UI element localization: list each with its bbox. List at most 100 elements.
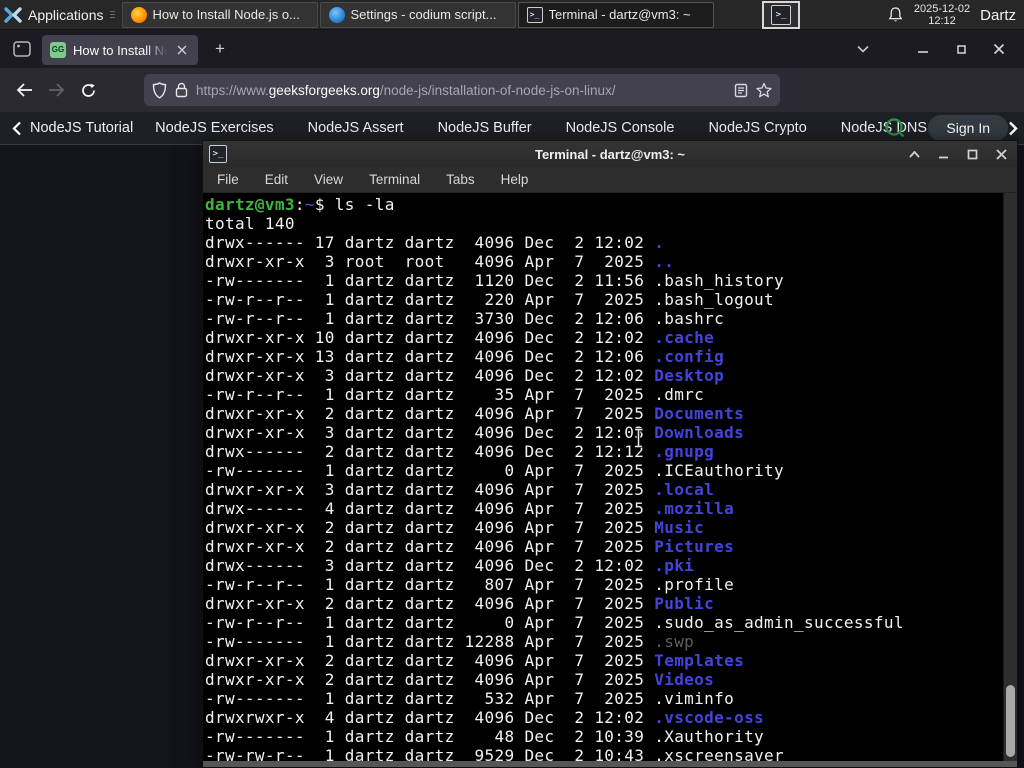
shield-icon[interactable]: [152, 81, 167, 99]
signin-button[interactable]: Sign In: [928, 115, 1008, 141]
menu-file[interactable]: File: [217, 172, 239, 187]
terminal-scrollbar[interactable]: [1003, 193, 1017, 763]
user-menu-button[interactable]: Dartz: [980, 7, 1018, 24]
gfg-search-icon[interactable]: [884, 117, 906, 139]
terminal-line: drwx------ 17 dartz dartz 4096 Dec 2 12:…: [205, 233, 665, 252]
terminal-line: -rw------- 1 dartz dartz 532 Apr 7 2025 …: [205, 689, 735, 708]
applications-label: Applications: [28, 6, 104, 23]
taskbar-button-terminal[interactable]: >_ Terminal - dartz@vm3: ~: [517, 1, 714, 28]
taskbar-label: How to Install Node.js o...: [152, 7, 300, 22]
nav-link-tutorial[interactable]: NodeJS Tutorial: [30, 120, 133, 136]
firefox-toolbar: https://www.geeksforgeeks.org/node-js/in…: [0, 68, 1024, 136]
window-minimize-icon[interactable]: [908, 36, 938, 62]
browser-tab-active[interactable]: GG How to Install Node.js on: [42, 35, 198, 65]
top-panel: Applications How to Install Node.js o...…: [0, 0, 1024, 30]
terminal-shade-icon[interactable]: [906, 146, 922, 162]
taskbar-button-codium[interactable]: Settings - codium script...: [319, 1, 516, 28]
terminal-line: drwxr-xr-x 3 dartz dartz 4096 Dec 2 12:0…: [205, 423, 745, 442]
desktop: Applications How to Install Node.js o...…: [0, 0, 1024, 768]
terminal-prompt-line: dartz@vm3:~$ ls -la: [205, 195, 395, 214]
terminal-line: drwxr-xr-x 3 dartz dartz 4096 Dec 2 12:0…: [205, 366, 725, 385]
terminal-line: drwxrwxr-x 4 dartz dartz 4096 Dec 2 12:0…: [205, 708, 765, 727]
tray-terminal-launcher[interactable]: >_: [762, 1, 800, 29]
applications-icon: [4, 6, 22, 24]
terminal-line: drwxr-xr-x 3 dartz dartz 4096 Apr 7 2025…: [205, 480, 715, 499]
menu-help[interactable]: Help: [501, 172, 529, 187]
terminal-line: -rw------- 1 dartz dartz 1120 Dec 2 11:5…: [205, 271, 785, 290]
terminal-line: drwxr-xr-x 2 dartz dartz 4096 Apr 7 2025…: [205, 651, 745, 670]
terminal-line: -rw-r--r-- 1 dartz dartz 220 Apr 7 2025 …: [205, 290, 775, 309]
terminal-line: drwxr-xr-x 2 dartz dartz 4096 Apr 7 2025…: [205, 404, 745, 423]
new-tab-button[interactable]: +: [206, 36, 234, 62]
terminal-line: -rw------- 1 dartz dartz 48 Dec 2 10:39 …: [205, 727, 765, 746]
terminal-titlebar[interactable]: >_ Terminal - dartz@vm3: ~: [203, 141, 1017, 167]
nav-link[interactable]: NodeJS Buffer: [438, 120, 532, 136]
clock-date: 2025-12-02: [913, 3, 971, 15]
terminal-line: drwxr-xr-x 13 dartz dartz 4096 Dec 2 12:…: [205, 347, 725, 366]
url-text: https://www.geeksforgeeks.org/node-js/in…: [196, 82, 616, 98]
lock-icon[interactable]: [175, 82, 188, 98]
firefox-view-icon[interactable]: [8, 36, 36, 62]
nav-link[interactable]: NodeJS Console: [566, 120, 675, 136]
terminal-line: drwxr-xr-x 10 dartz dartz 4096 Dec 2 12:…: [205, 328, 715, 347]
taskbar-label: Settings - codium script...: [350, 7, 497, 22]
reload-button[interactable]: [72, 75, 104, 105]
terminal-output[interactable]: dartz@vm3:~$ ls -la total 140 drwx------…: [203, 193, 1017, 763]
tab-title: How to Install Node.js on: [73, 42, 167, 58]
url-bar[interactable]: https://www.geeksforgeeks.org/node-js/in…: [144, 74, 780, 106]
nav-link[interactable]: NodeJS Crypto: [708, 120, 806, 136]
window-close-icon[interactable]: [984, 36, 1014, 62]
terminal-icon: >_: [771, 5, 791, 25]
mouse-cursor-ibeam-icon: [633, 428, 644, 448]
terminal-line: -rw------- 1 dartz dartz 12288 Apr 7 202…: [205, 632, 695, 651]
notification-bell-icon[interactable]: [887, 6, 904, 24]
terminal-line: -rw-r--r-- 1 dartz dartz 807 Apr 7 2025 …: [205, 575, 735, 594]
terminal-bottom-edge: [203, 761, 1017, 767]
nav-scroll-left-chevron-icon[interactable]: [12, 121, 22, 136]
terminal-line: drwxr-xr-x 2 dartz dartz 4096 Apr 7 2025…: [205, 518, 705, 537]
terminal-line: drwx------ 4 dartz dartz 4096 Apr 7 2025…: [205, 499, 735, 518]
bookmark-star-icon[interactable]: [756, 82, 772, 98]
menu-view[interactable]: View: [314, 172, 343, 187]
terminal-line: drwxr-xr-x 3 root root 4096 Apr 7 2025 .…: [205, 252, 675, 271]
gfg-favicon: GG: [50, 42, 66, 58]
panel-separator: [109, 5, 118, 25]
window-maximize-icon[interactable]: [946, 36, 976, 62]
clock-time: 12:12: [928, 15, 956, 27]
terminal-scrollbar-thumb[interactable]: [1006, 685, 1015, 757]
reader-mode-icon[interactable]: [734, 83, 748, 98]
codium-icon: [328, 6, 345, 23]
terminal-close-icon[interactable]: [993, 146, 1009, 162]
terminal-total-line: total 140: [205, 214, 295, 233]
terminal-maximize-icon[interactable]: [964, 146, 980, 162]
menu-terminal[interactable]: Terminal: [369, 172, 420, 187]
firefox-icon: [130, 6, 147, 23]
terminal-line: drwxr-xr-x 2 dartz dartz 4096 Apr 7 2025…: [205, 537, 735, 556]
terminal-minimize-icon[interactable]: [935, 146, 951, 162]
terminal-menubar: File Edit View Terminal Tabs Help: [203, 167, 1017, 193]
terminal-window: >_ Terminal - dartz@vm3: ~ File Edit Vie…: [202, 140, 1018, 768]
list-all-tabs-chevron-icon[interactable]: [848, 36, 878, 62]
terminal-line: drwx------ 3 dartz dartz 4096 Dec 2 12:0…: [205, 556, 695, 575]
back-button[interactable]: [8, 75, 40, 105]
terminal-line: -rw-r--r-- 1 dartz dartz 35 Apr 7 2025 .…: [205, 385, 705, 404]
taskbar-label: Terminal - dartz@vm3: ~: [548, 7, 691, 22]
taskbar-button-firefox[interactable]: How to Install Node.js o...: [121, 1, 318, 28]
terminal-line: -rw-r--r-- 1 dartz dartz 3730 Dec 2 12:0…: [205, 309, 725, 328]
menu-tabs[interactable]: Tabs: [446, 172, 475, 187]
panel-clock[interactable]: 2025-12-02 12:12: [914, 3, 970, 27]
terminal-line: drwx------ 2 dartz dartz 4096 Dec 2 12:1…: [205, 442, 715, 461]
terminal-line: drwxr-xr-x 2 dartz dartz 4096 Apr 7 2025…: [205, 594, 715, 613]
terminal-line: -rw------- 1 dartz dartz 0 Apr 7 2025 .I…: [205, 461, 785, 480]
terminal-icon: >_: [526, 6, 543, 23]
forward-button[interactable]: [40, 75, 72, 105]
terminal-line: drwxr-xr-x 2 dartz dartz 4096 Apr 7 2025…: [205, 670, 715, 689]
nav-link[interactable]: NodeJS Assert: [308, 120, 404, 136]
menu-edit[interactable]: Edit: [265, 172, 288, 187]
firefox-tabbar: GG How to Install Node.js on +: [0, 30, 1024, 68]
applications-menu-button[interactable]: Applications: [0, 0, 110, 30]
terminal-title: Terminal - dartz@vm3: ~: [534, 146, 686, 162]
tab-close-icon[interactable]: [174, 42, 190, 58]
nav-link[interactable]: NodeJS Exercises: [155, 120, 273, 136]
terminal-line: -rw-r--r-- 1 dartz dartz 0 Apr 7 2025 .s…: [205, 613, 904, 632]
